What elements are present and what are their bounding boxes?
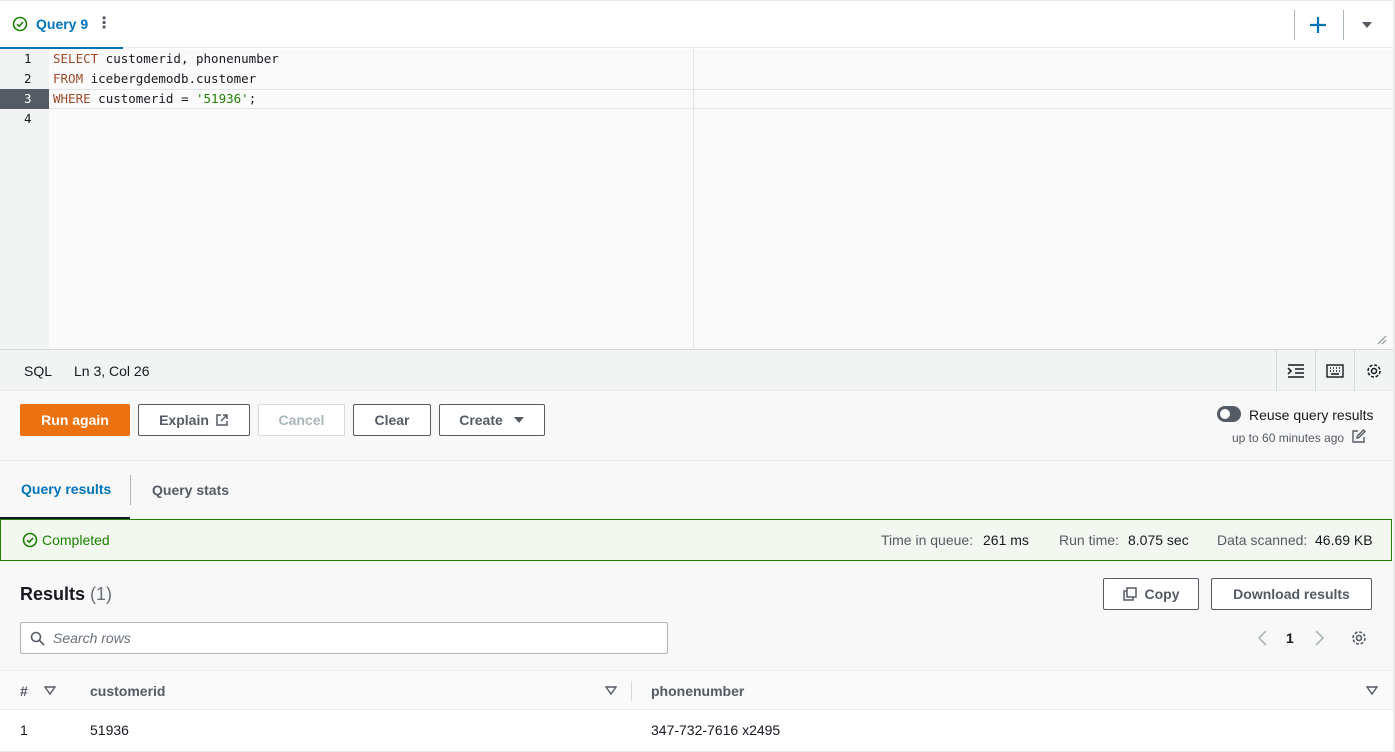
results-table-header: # customerid phonenumber <box>0 670 1393 710</box>
tab-list-dropdown-icon[interactable] <box>1356 14 1378 36</box>
tab-title: Query 9 <box>36 16 89 32</box>
table-row: 1 51936 347-732-7616 x2495 <box>0 710 1393 752</box>
resize-handle-icon[interactable] <box>1375 333 1387 345</box>
code-text: customerid, phonenumber <box>98 51 279 66</box>
cell-customerid: 51936 <box>90 722 129 738</box>
tab-divider <box>130 475 131 505</box>
tabbar-divider <box>1343 10 1344 40</box>
check-circle-icon <box>22 532 38 548</box>
caret-down-icon <box>513 417 524 423</box>
add-tab-icon[interactable] <box>1306 13 1330 37</box>
toggle-knob <box>1220 409 1230 419</box>
code-text: customerid = <box>90 91 196 106</box>
reuse-results-label: Reuse query results <box>1249 407 1374 423</box>
line-number-active: 3 <box>0 89 49 109</box>
create-button[interactable]: Create <box>439 404 545 436</box>
edit-icon[interactable] <box>1352 429 1366 443</box>
tab-query-9[interactable]: Query 9 ⋮ <box>0 1 123 49</box>
gear-icon <box>1367 363 1381 378</box>
external-link-icon <box>216 414 228 426</box>
column-header-index: # <box>20 683 28 699</box>
tab-query-stats[interactable]: Query stats <box>152 461 229 519</box>
results-count: (1) <box>90 584 113 604</box>
data-scanned-value: 46.69 KB <box>1315 532 1373 548</box>
code-line-2[interactable]: FROM icebergdemodb.customer <box>53 69 256 89</box>
print-margin <box>693 49 694 349</box>
tab-query-results[interactable]: Query results <box>0 461 130 519</box>
format-query-button[interactable] <box>1276 350 1315 391</box>
copy-label: Copy <box>1144 586 1180 602</box>
queue-time-value: 261 ms <box>983 532 1029 548</box>
code-line-1[interactable]: SELECT customerid, phonenumber <box>53 49 279 69</box>
check-circle-icon <box>12 16 28 32</box>
status-text: Completed <box>42 532 110 548</box>
copy-icon <box>1122 587 1137 601</box>
column-header-customerid[interactable]: customerid <box>90 683 165 699</box>
sort-icon[interactable] <box>44 685 56 697</box>
string-literal: '51936' <box>196 91 249 106</box>
cursor-position: Ln 3, Col 26 <box>74 363 150 379</box>
result-tabs: Query results Query stats <box>0 461 1393 519</box>
explain-button[interactable]: Explain <box>138 404 250 436</box>
create-label: Create <box>459 412 503 428</box>
language-label: SQL <box>24 363 53 379</box>
run-again-button[interactable]: Run again <box>20 404 130 436</box>
keyword: WHERE <box>53 91 91 106</box>
line-number-gutter: 1 2 3 4 <box>0 49 49 349</box>
editor-status-bar: SQL Ln 3, Col 26 <box>0 349 1393 391</box>
sql-editor[interactable]: 1 2 3 4 SELECT customerid, phonenumber F… <box>0 49 1393 349</box>
current-page[interactable]: 1 <box>1286 630 1294 646</box>
column-header-phonenumber[interactable]: phonenumber <box>651 683 744 699</box>
queue-time-label: Time in queue: <box>881 532 974 548</box>
run-time-label: Run time: <box>1059 532 1119 548</box>
sort-icon[interactable] <box>1366 685 1378 697</box>
column-divider[interactable] <box>631 681 632 701</box>
chevron-right-icon[interactable] <box>1312 629 1326 647</box>
line-number: 1 <box>24 51 32 66</box>
tab-menu-icon[interactable]: ⋮ <box>96 16 112 32</box>
code-text: icebergdemodb.customer <box>83 71 257 86</box>
line-number: 4 <box>24 111 32 126</box>
clear-button[interactable]: Clear <box>353 404 431 436</box>
gear-icon[interactable] <box>1350 629 1368 647</box>
keyword: FROM <box>53 71 84 86</box>
results-heading: Results (1) <box>20 584 112 605</box>
results-title: Results <box>20 584 86 604</box>
reuse-results-toggle[interactable] <box>1217 406 1241 422</box>
cancel-button[interactable]: Cancel <box>258 404 345 436</box>
chevron-left-icon[interactable] <box>1256 629 1270 647</box>
run-time-value: 8.075 sec <box>1128 532 1189 548</box>
data-scanned-label: Data scanned: <box>1217 532 1308 548</box>
line-number: 2 <box>24 71 32 86</box>
cell-phonenumber: 347-732-7616 x2495 <box>651 722 781 738</box>
keyboard-shortcuts-button[interactable] <box>1315 350 1354 391</box>
copy-button[interactable]: Copy <box>1103 578 1199 610</box>
query-status-banner: Completed Time in queue: 261 ms Run time… <box>0 519 1392 561</box>
format-icon <box>1287 363 1304 378</box>
query-actions: Run again Explain Cancel Clear Create Re… <box>0 391 1393 461</box>
search-rows-input[interactable] <box>53 623 663 653</box>
code-line-3[interactable]: WHERE customerid = '51936'; <box>53 89 256 109</box>
search-rows-field[interactable] <box>20 622 668 654</box>
search-icon <box>30 631 45 646</box>
code-text: ; <box>248 91 257 106</box>
explain-label: Explain <box>159 412 209 428</box>
keyboard-icon <box>1326 363 1344 378</box>
sort-icon[interactable] <box>605 685 617 697</box>
tabbar-divider <box>1294 10 1295 40</box>
editor-settings-button[interactable] <box>1354 350 1393 391</box>
results-panel: Results (1) Copy Download results 1 # cu… <box>0 561 1393 752</box>
query-tab-bar: Query 9 ⋮ <box>0 0 1395 49</box>
reuse-results-window: up to 60 minutes ago <box>1232 431 1345 445</box>
download-results-button[interactable]: Download results <box>1211 578 1372 610</box>
keyword: SELECT <box>53 51 99 66</box>
cell-index: 1 <box>20 722 28 738</box>
